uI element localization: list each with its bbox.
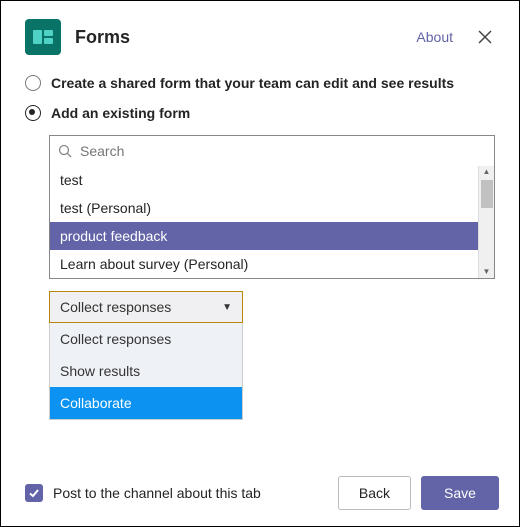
form-list-scrollbar[interactable]: ▲ ▼ [478,166,494,278]
radio-create-new[interactable] [25,75,41,91]
form-list-item[interactable]: product feedback [50,222,494,250]
scroll-up-icon: ▲ [483,166,491,178]
post-to-channel-checkbox[interactable] [25,484,43,502]
close-icon [478,30,492,44]
app-title: Forms [75,27,130,48]
dialog-header: Forms About [1,1,519,55]
forms-dialog: Forms About Create a shared form that yo… [0,0,520,527]
check-icon [28,487,40,499]
dialog-footer: Post to the channel about this tab Back … [1,462,519,526]
back-button[interactable]: Back [338,476,411,510]
form-action-selectbox[interactable]: Collect responses ▼ [49,291,243,323]
form-list-item[interactable]: Learn about survey (Personal) [50,250,494,278]
form-action-select: Collect responses ▼ Collect responses Sh… [49,291,243,420]
form-action-option[interactable]: Collaborate [50,387,242,419]
post-to-channel-label: Post to the channel about this tab [53,485,261,501]
close-button[interactable] [471,23,499,51]
option-add-existing-label: Add an existing form [51,105,190,121]
scroll-down-icon: ▼ [483,266,491,278]
form-list: test test (Personal) product feedback Le… [50,166,494,278]
form-action-option[interactable]: Collect responses [50,323,242,355]
existing-form-picker: test test (Personal) product feedback Le… [49,135,495,279]
about-link[interactable]: About [416,29,453,45]
option-add-existing[interactable]: Add an existing form [25,105,495,121]
search-icon [58,144,72,158]
form-list-item[interactable]: test [50,166,494,194]
search-input[interactable] [78,142,486,160]
option-create-new-label: Create a shared form that your team can … [51,75,454,91]
chevron-down-icon: ▼ [222,302,232,313]
form-action-option[interactable]: Show results [50,355,242,387]
scroll-thumb[interactable] [481,180,493,208]
option-create-new[interactable]: Create a shared form that your team can … [25,75,495,91]
form-action-current: Collect responses [60,299,171,315]
save-button[interactable]: Save [421,476,499,510]
form-list-item[interactable]: test (Personal) [50,194,494,222]
radio-add-existing[interactable] [25,105,41,121]
search-bar [50,136,494,166]
form-action-options: Collect responses Show results Collabora… [49,323,243,420]
dialog-body: Create a shared form that your team can … [1,55,519,420]
forms-app-icon [25,19,61,55]
